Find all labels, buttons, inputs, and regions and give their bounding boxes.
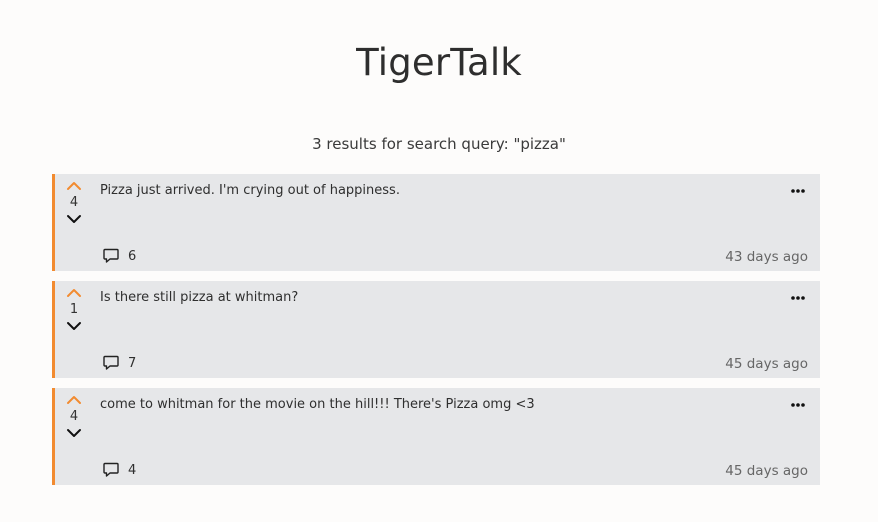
more-options-icon[interactable] — [790, 400, 806, 410]
comments-button[interactable]: 6 — [102, 246, 136, 266]
comments-button[interactable]: 7 — [102, 353, 136, 373]
speech-bubble-icon — [103, 355, 119, 370]
post-timestamp: 45 days ago — [725, 356, 808, 372]
chevron-up-icon[interactable] — [66, 394, 82, 406]
app-title: TigerTalk — [356, 41, 522, 84]
more-options-icon[interactable] — [790, 293, 806, 303]
comments-button[interactable]: 4 — [102, 460, 136, 480]
comment-count: 6 — [128, 248, 137, 264]
speech-bubble-icon — [103, 462, 119, 477]
vote-count: 4 — [69, 195, 79, 210]
post-list: 4 Pizza just arrived. I'm crying out of … — [52, 174, 820, 495]
post-card: 1 Is there still pizza at whitman? 7 45 … — [52, 281, 820, 378]
chevron-up-icon[interactable] — [66, 180, 82, 192]
speech-bubble-icon — [103, 248, 119, 263]
post-timestamp: 43 days ago — [725, 249, 808, 265]
vote-count: 1 — [69, 302, 79, 317]
chevron-down-icon[interactable] — [66, 213, 82, 225]
search-results-summary: 3 results for search query: "pizza" — [312, 135, 566, 153]
comment-count: 4 — [128, 462, 137, 478]
post-text: Is there still pizza at whitman? — [100, 290, 299, 305]
comment-count: 7 — [128, 355, 137, 371]
post-card: 4 come to whitman for the movie on the h… — [52, 388, 820, 485]
post-text: come to whitman for the movie on the hil… — [100, 397, 535, 412]
vote-controls: 4 — [55, 394, 93, 439]
chevron-up-icon[interactable] — [66, 287, 82, 299]
vote-controls: 4 — [55, 180, 93, 225]
page: TigerTalk 3 results for search query: "p… — [0, 0, 878, 522]
post-text: Pizza just arrived. I'm crying out of ha… — [100, 183, 400, 198]
chevron-down-icon[interactable] — [66, 427, 82, 439]
chevron-down-icon[interactable] — [66, 320, 82, 332]
post-timestamp: 45 days ago — [725, 463, 808, 479]
vote-count: 4 — [69, 409, 79, 424]
vote-controls: 1 — [55, 287, 93, 332]
post-card: 4 Pizza just arrived. I'm crying out of … — [52, 174, 820, 271]
more-options-icon[interactable] — [790, 186, 806, 196]
